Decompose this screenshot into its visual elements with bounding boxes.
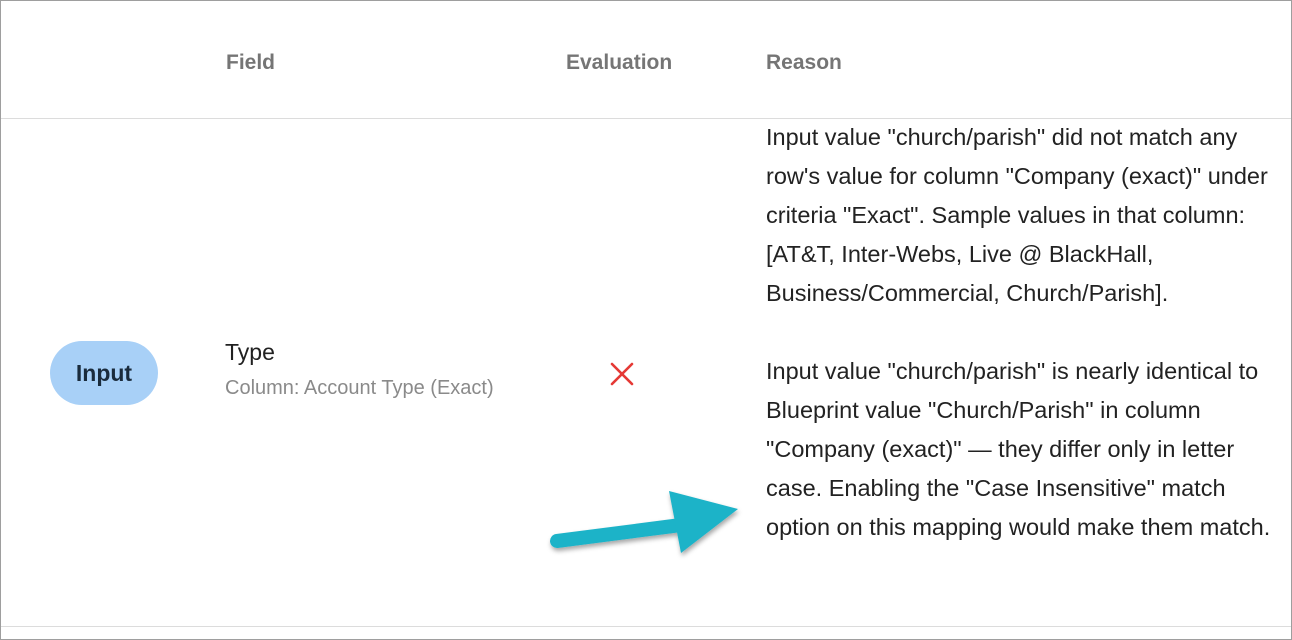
field-name: Type	[225, 339, 275, 365]
x-icon	[610, 362, 634, 386]
arrow-icon	[550, 491, 738, 553]
input-badge: Input	[50, 341, 158, 405]
evaluation-table: Field Evaluation Reason Input Type Colum…	[0, 0, 1292, 640]
table-header-row: Field Evaluation Reason	[1, 1, 1291, 119]
field-column-detail: Column: Account Type (Exact)	[225, 377, 494, 399]
reason-text: Input value "church/parish" did not matc…	[766, 118, 1271, 547]
reason-paragraph: Input value "church/parish" is nearly id…	[766, 358, 1271, 540]
reason-paragraph: Input value "church/parish" did not matc…	[766, 124, 1268, 306]
column-header-evaluation[interactable]: Evaluation	[566, 51, 672, 75]
column-header-reason[interactable]: Reason	[766, 51, 842, 75]
column-header-field[interactable]: Field	[226, 51, 275, 75]
row-divider	[1, 626, 1291, 627]
